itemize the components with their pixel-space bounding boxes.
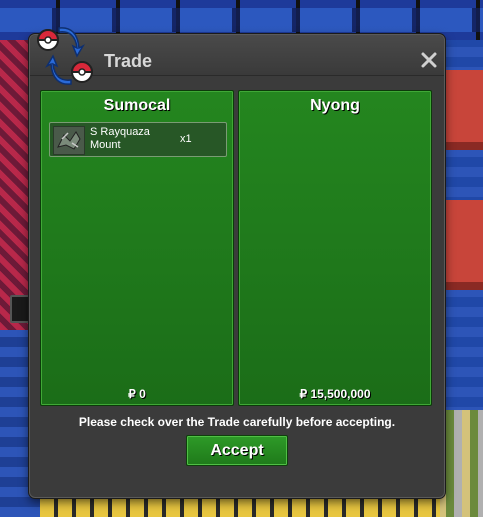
offer-panel-nyong: Nyong ₽ 15,500,000 [238, 90, 432, 406]
money-offer-right: ₽ 15,500,000 [299, 387, 371, 401]
offer-panel-sumocal: Sumocal S Rayquaza Mount x1 ₽ 0 [40, 90, 234, 406]
trade-window: Trade Sumocal S Rayquaza Mount x1 ₽ 0 Ny… [29, 34, 445, 498]
close-icon[interactable] [420, 51, 438, 69]
player-name-left: Sumocal [103, 97, 171, 114]
money-offer-left: ₽ 0 [128, 387, 146, 401]
rayquaza-mount-icon [53, 126, 85, 155]
accept-button[interactable]: Accept [186, 435, 288, 466]
window-title: Trade [104, 51, 153, 71]
trade-swap-icon [27, 22, 97, 92]
trade-notice: Please check over the Trade carefully be… [78, 415, 396, 429]
item-name: S Rayquaza Mount [90, 126, 150, 151]
item-quantity: x1 [180, 133, 192, 145]
player-name-right: Nyong [310, 97, 360, 114]
trade-item-row[interactable]: S Rayquaza Mount x1 [49, 122, 227, 157]
background-characters [40, 495, 440, 517]
